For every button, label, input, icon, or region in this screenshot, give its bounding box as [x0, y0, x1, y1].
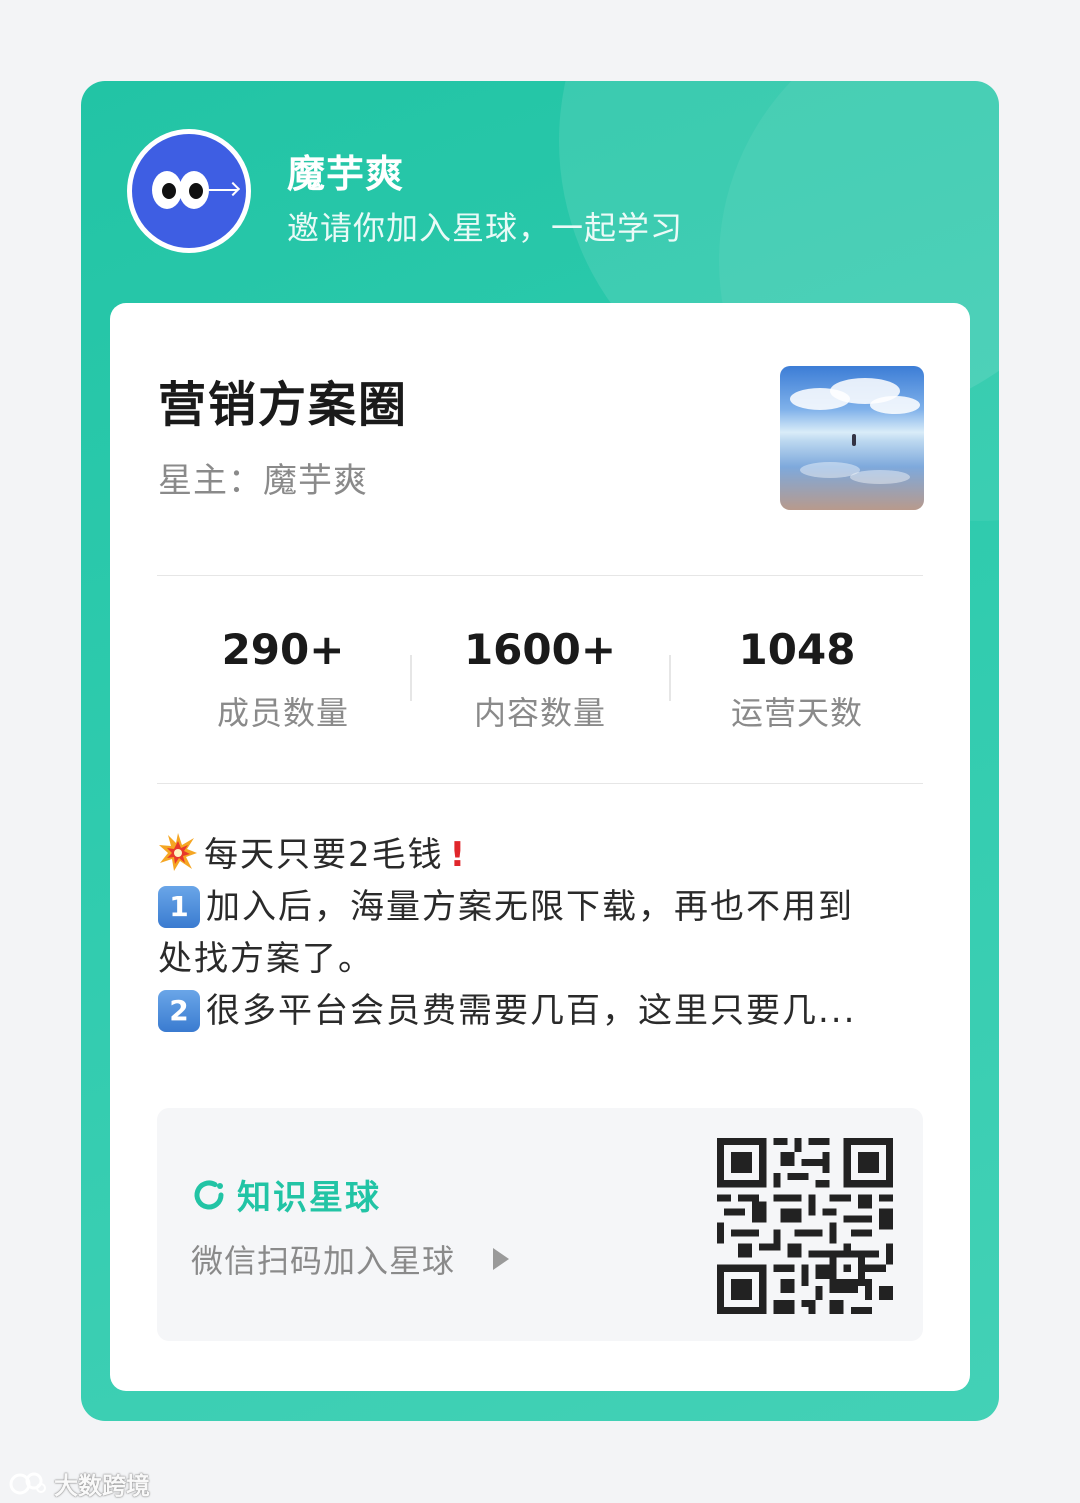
- avatar-eye: [152, 171, 182, 209]
- keycap-one-icon: 1: [158, 886, 200, 928]
- stat-contents: 1600+ 内容数量: [410, 625, 670, 734]
- keycap-two-icon: 2: [158, 990, 200, 1032]
- planet-owner: 星主：魔芋爽: [158, 453, 368, 502]
- invite-text: 邀请你加入星球，一起学习: [287, 209, 684, 247]
- exclamation-icon: !: [449, 835, 468, 875]
- description-item-text: 加入后，海量方案无限下载，再也不用到: [206, 887, 854, 927]
- description-line: 处找方案了。: [158, 933, 928, 985]
- qr-code[interactable]: [717, 1138, 893, 1314]
- host-name: 魔芋爽: [287, 152, 405, 196]
- invite-card: 魔芋爽 邀请你加入星球，一起学习 营销方案圈 星主：魔芋爽 290+ 成员数量: [81, 81, 999, 1421]
- planet-cover-image: [780, 366, 924, 510]
- scan-to-join-text[interactable]: 微信扫码加入星球: [191, 1236, 455, 1282]
- stat-label: 运营天数: [730, 694, 863, 732]
- avatar-eye: [179, 171, 209, 209]
- stat-label: 内容数量: [473, 694, 606, 732]
- planet-panel: 营销方案圈 星主：魔芋爽 290+ 成员数量 1600+ 内容数量 1048 运…: [110, 303, 970, 1391]
- description-item-text: 处找方案了。: [158, 939, 374, 979]
- play-arrow-icon: [493, 1248, 509, 1270]
- collision-icon: [159, 833, 197, 871]
- divider: [157, 575, 923, 576]
- brand: 知识星球: [191, 1170, 381, 1219]
- owner-name: 魔芋爽: [263, 461, 368, 501]
- watermark: 大数跨境: [8, 1466, 150, 1501]
- watermark-text: 大数跨境: [54, 1472, 150, 1500]
- stat-members: 290+ 成员数量: [153, 625, 413, 734]
- planet-description: 每天只要2毛钱! 1 加入后，海量方案无限下载，再也不用到 处找方案了。 2 很多平…: [158, 829, 928, 1037]
- brand-name: 知识星球: [237, 1178, 381, 1218]
- description-line: 每天只要2毛钱!: [158, 829, 928, 881]
- stat-value: 1048: [738, 625, 856, 674]
- stat-days: 1048 运营天数: [667, 625, 927, 734]
- stat-label: 成员数量: [216, 694, 349, 732]
- avatar-arrow-icon: [209, 189, 237, 191]
- watermark-logo-icon: [9, 1472, 46, 1494]
- page: 魔芋爽 邀请你加入星球，一起学习 营销方案圈 星主：魔芋爽 290+ 成员数量: [0, 0, 1080, 1503]
- owner-label: 星主：: [158, 461, 263, 501]
- stat-value: 1600+: [463, 625, 617, 674]
- description-item-text: 很多平台会员费需要几百，这里只要几...: [206, 991, 857, 1031]
- description-line: 2 很多平台会员费需要几百，这里只要几...: [158, 985, 928, 1037]
- stat-value: 290+: [221, 625, 345, 674]
- join-box[interactable]: 知识星球 微信扫码加入星球: [157, 1108, 923, 1341]
- planet-title: 营销方案圈: [158, 377, 409, 433]
- host-avatar[interactable]: [127, 129, 251, 253]
- description-line: 1 加入后，海量方案无限下载，再也不用到: [158, 881, 928, 933]
- zsxq-logo-icon: [194, 1180, 224, 1209]
- divider: [157, 783, 923, 784]
- description-headline: 每天只要2毛钱: [204, 835, 444, 875]
